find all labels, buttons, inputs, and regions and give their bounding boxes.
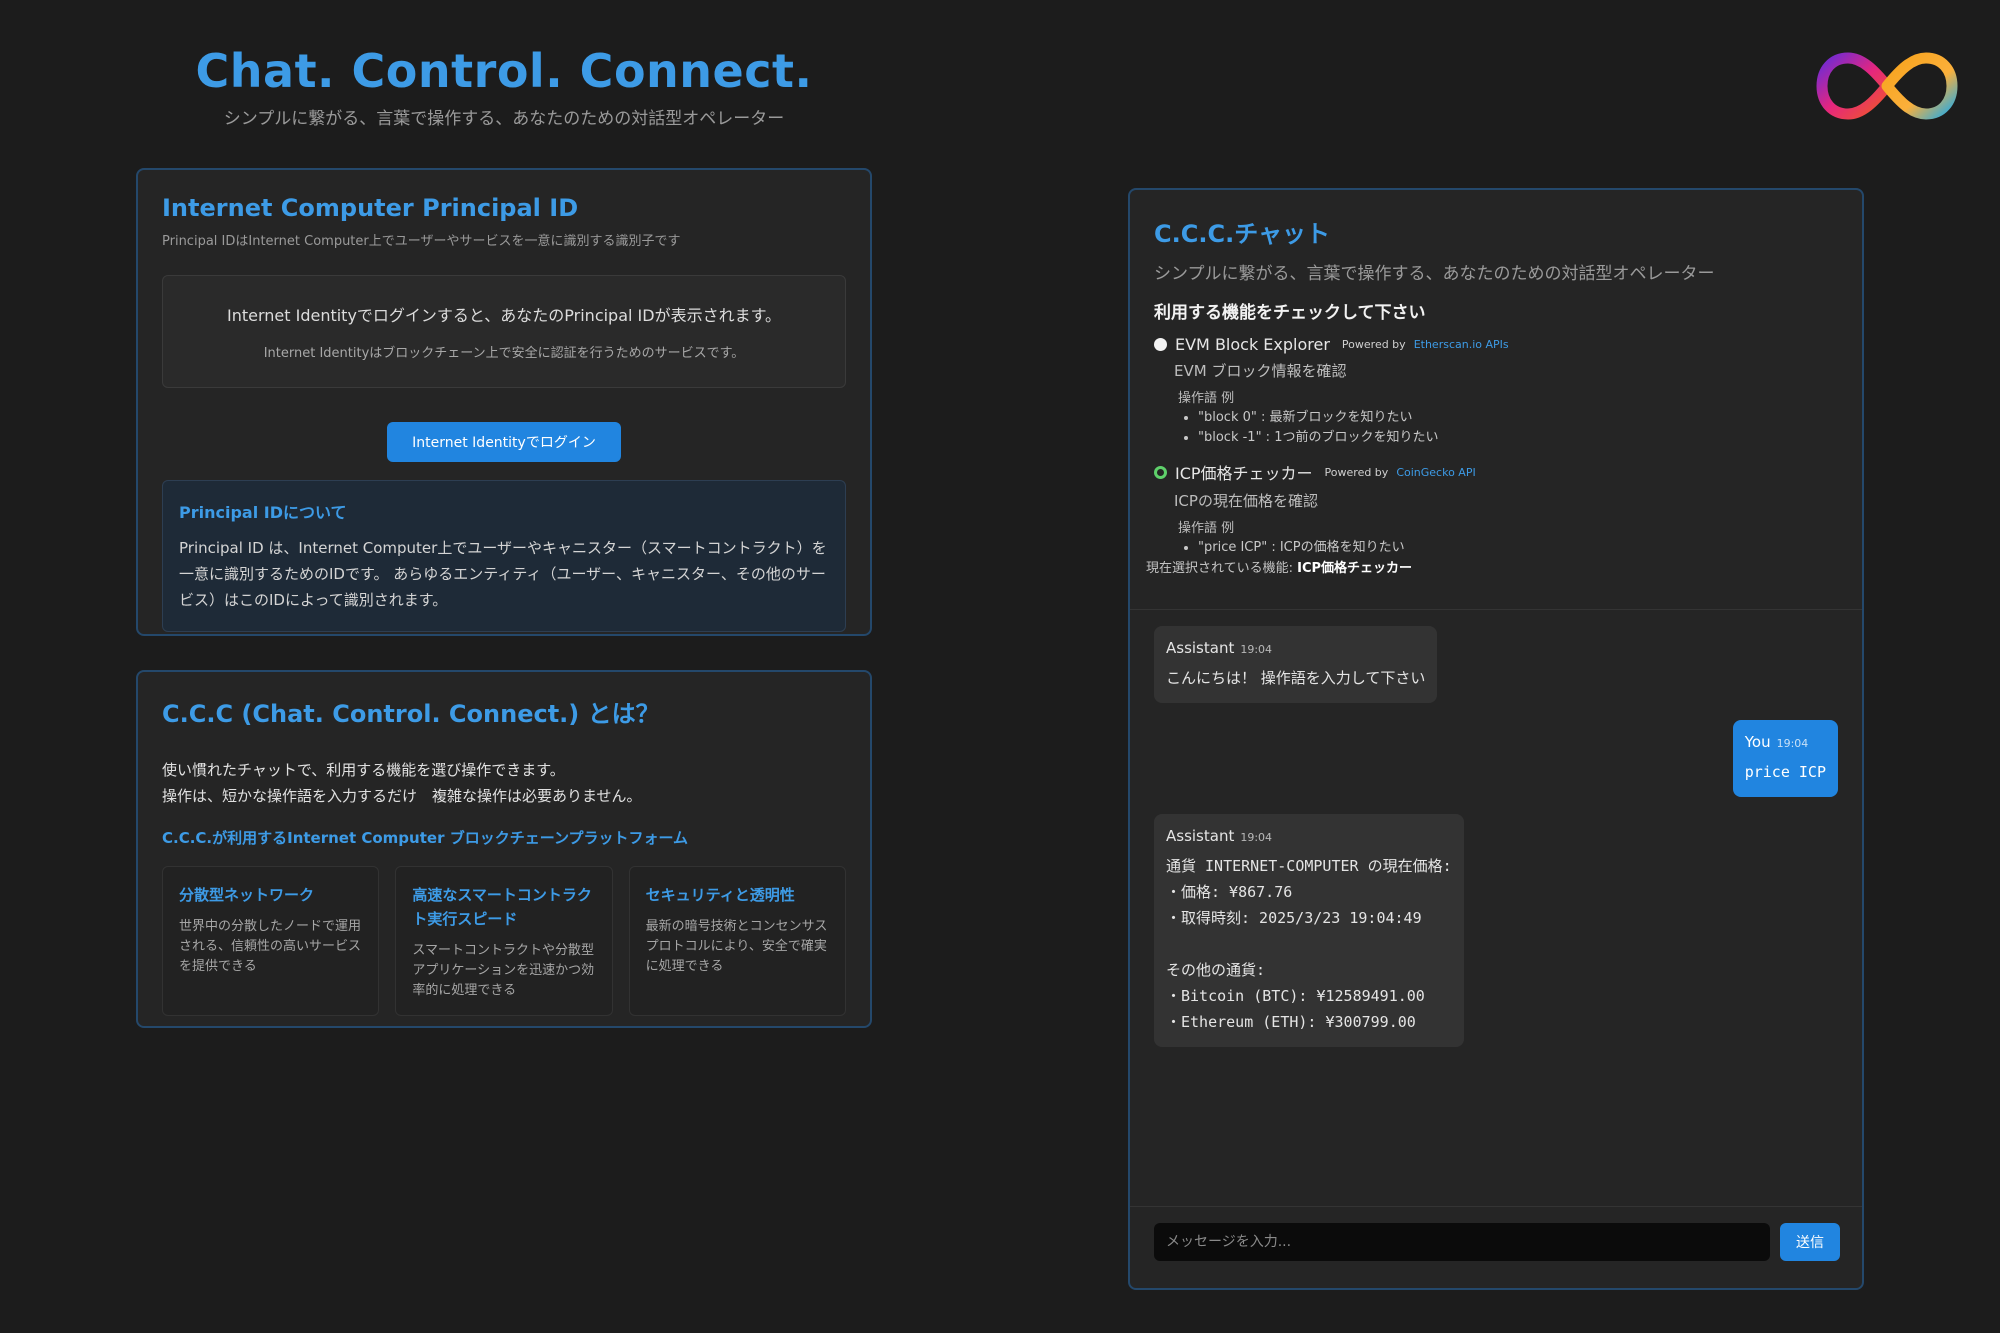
powered-by-label: Powered by — [1324, 465, 1389, 479]
feature-list: 分散型ネットワーク 世界中の分散したノードで運用される、信頼性の高いサービスを提… — [162, 866, 846, 1016]
hero-subtitle: シンプルに繋がる、言葉で操作する、あなたのための対話型オペレーター — [223, 109, 785, 129]
coingecko-api-link[interactable]: CoinGecko API — [1396, 466, 1475, 479]
examples-list: "block 0" : 最新ブロックを知りたい "block -1" : 1つ前… — [1198, 408, 1838, 448]
feature-body: 最新の暗号技術とコンセンサスプロトコルにより、安全で確実に処理できる — [645, 919, 828, 974]
current-feature-label: 現在選択されている機能: — [1146, 561, 1293, 576]
chat-title: C.C.C.チャット — [1154, 220, 1330, 248]
examples-list: "price ICP" : ICPの価格を知りたい — [1198, 538, 1838, 558]
principal-card-description: Principal IDはInternet Computer上でユーザーやサービ… — [162, 234, 681, 249]
examples-label: 操作語 例 — [1178, 521, 1235, 536]
current-feature: 現在選択されている機能: ICP価格チェッカー — [1146, 557, 1412, 576]
message-input[interactable] — [1154, 1223, 1770, 1261]
hero-header: Chat. Control. Connect. シンプルに繋がる、言葉で操作する… — [136, 44, 872, 129]
radio-evm-block-explorer[interactable] — [1154, 338, 1167, 351]
chat-input-bar: 送信 — [1130, 1206, 1862, 1288]
message-sender: Assistant — [1166, 639, 1235, 657]
user-message: You 19:04 price ICP — [1732, 720, 1838, 797]
message-time: 19:04 — [1240, 643, 1273, 656]
principal-card-title: Internet Computer Principal ID — [162, 194, 579, 222]
chat-settings: C.C.C.チャット シンプルに繋がる、言葉で操作する、あなたのための対話型オペ… — [1130, 190, 1862, 610]
ccc-about-card: C.C.C (Chat. Control. Connect.) とは？ 使い慣れ… — [136, 670, 872, 1028]
ccc-platform-link: C.C.C.が利用するInternet Computer ブロックチェーンプラッ… — [162, 829, 689, 847]
internet-identity-login-button[interactable]: Internet Identityでログイン — [387, 422, 621, 462]
message-sender: You — [1744, 733, 1771, 751]
feature-body: 世界中の分散したノードで運用される、信頼性の高いサービスを提供できる — [179, 919, 362, 974]
message-text: 通貨 INTERNET-COMPUTER の現在価格: ・価格: ¥867.76… — [1166, 857, 1452, 1031]
current-feature-value: ICP価格チェッカー — [1297, 561, 1413, 576]
principal-about-body: Principal ID は、Internet Computer上でユーザーやキ… — [179, 539, 827, 609]
assistant-message: Assistant 19:04 通貨 INTERNET-COMPUTER の現在価… — [1154, 814, 1464, 1047]
assistant-message: Assistant 19:04 こんにちは！ 操作語を入力して下さい — [1154, 626, 1438, 703]
chat-subtitle: シンプルに繋がる、言葉で操作する、あなたのための対話型オペレーター — [1154, 264, 1715, 284]
ccc-about-text: 使い慣れたチャットで、利用する機能を選び操作できます。 操作は、短かな操作語を入… — [162, 757, 846, 809]
powered-by-label: Powered by — [1341, 338, 1406, 351]
message-time: 19:04 — [1240, 831, 1273, 844]
principal-about-title: Principal IDについて — [179, 503, 347, 522]
ccc-about-line1: 使い慣れたチャットで、利用する機能を選び操作できます。 — [162, 761, 565, 779]
message-list: Assistant 19:04 こんにちは！ 操作語を入力して下さい You 19:… — [1130, 610, 1862, 1210]
login-info-box: Internet Identityでログインすると、あなたのPrincipal … — [162, 275, 846, 388]
example-item: "block 0" : 最新ブロックを知りたい — [1198, 408, 1838, 428]
login-info-line2: Internet Identityはブロックチェーン上で安全に認証を行うためのサ… — [263, 346, 745, 361]
feature-check-label: 利用する機能をチェックして下さい — [1154, 303, 1426, 323]
ccc-about-line2: 操作は、短かな操作語を入力するだけ 複雑な操作は必要ありません。 — [162, 787, 642, 805]
send-button[interactable]: 送信 — [1780, 1223, 1840, 1261]
infinity-logo-icon — [1816, 52, 1958, 120]
option-description: ICPの現在価格を確認 — [1174, 492, 1318, 510]
etherscan-api-link[interactable]: Etherscan.io APIs — [1414, 338, 1509, 351]
message-time: 19:04 — [1776, 737, 1809, 750]
feature-card-network: 分散型ネットワーク 世界中の分散したノードで運用される、信頼性の高いサービスを提… — [162, 866, 380, 1016]
option-description: EVM ブロック情報を確認 — [1174, 362, 1347, 380]
option-evm-block-explorer: EVM Block Explorer Powered by Etherscan.… — [1154, 335, 1838, 448]
option-icp-price-checker: ICP価格チェッカー Powered by CoinGecko API ICPの… — [1154, 460, 1838, 558]
feature-card-speed: 高速なスマートコントラクト実行スピード スマートコントラクトや分散型アプリケーシ… — [395, 866, 613, 1016]
example-item: "block -1" : 1つ前のブロックを知りたい — [1198, 428, 1838, 448]
feature-body: スマートコントラクトや分散型アプリケーションを迅速かつ効率的に処理できる — [412, 943, 595, 998]
radio-icp-price-checker[interactable] — [1154, 465, 1167, 479]
option-name: EVM Block Explorer — [1175, 335, 1330, 354]
option-name: ICP価格チェッカー — [1175, 464, 1313, 483]
principal-id-card: Internet Computer Principal ID Principal… — [136, 168, 872, 636]
message-text: こんにちは！ 操作語を入力して下さい — [1166, 669, 1426, 687]
chat-card: C.C.C.チャット シンプルに繋がる、言葉で操作する、あなたのための対話型オペ… — [1128, 188, 1864, 1290]
feature-card-security: セキュリティと透明性 最新の暗号技術とコンセンサスプロトコルにより、安全で確実に… — [628, 866, 846, 1016]
hero-title: Chat. Control. Connect. — [195, 44, 813, 98]
feature-title: セキュリティと透明性 — [645, 886, 795, 904]
message-sender: Assistant — [1166, 827, 1235, 845]
message-text: price ICP — [1744, 763, 1826, 781]
examples-label: 操作語 例 — [1178, 391, 1235, 406]
example-item: "price ICP" : ICPの価格を知りたい — [1198, 538, 1838, 558]
feature-title: 高速なスマートコントラクト実行スピード — [412, 886, 592, 928]
ccc-about-title: C.C.C (Chat. Control. Connect.) とは？ — [162, 700, 660, 728]
login-info-line1: Internet Identityでログインすると、あなたのPrincipal … — [226, 306, 781, 325]
feature-title: 分散型ネットワーク — [179, 886, 315, 904]
principal-about-box: Principal IDについて Principal ID は、Internet… — [162, 480, 846, 632]
